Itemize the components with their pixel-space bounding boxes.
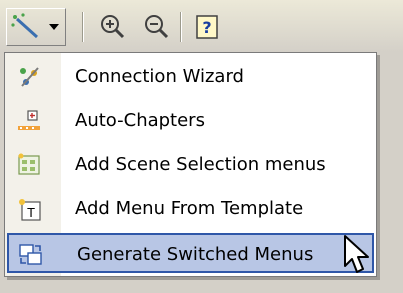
- wizard-popup-menu: Connection Wizard Auto-Chapters Add Scen…: [4, 52, 377, 277]
- help-icon: ?: [196, 15, 218, 39]
- svg-text:T: T: [26, 206, 35, 220]
- toolbar: ?: [0, 0, 403, 52]
- help-button[interactable]: ?: [188, 8, 226, 46]
- menu-item-add-scene-selection[interactable]: Add Scene Selection menus: [7, 145, 374, 185]
- menu-item-add-menu-template[interactable]: T Add Menu From Template: [7, 189, 374, 229]
- zoom-in-button[interactable]: [94, 8, 130, 46]
- menu-item-label: Add Scene Selection menus: [75, 154, 326, 175]
- switched-menus-icon: [19, 244, 42, 265]
- menu-item-auto-chapters[interactable]: Auto-Chapters: [7, 101, 374, 141]
- toolbar-separator: [180, 12, 182, 42]
- zoom-out-button[interactable]: [138, 8, 174, 46]
- wizard-dropdown-button[interactable]: [6, 8, 66, 46]
- menu-item-generate-switched-menus[interactable]: Generate Switched Menus: [7, 233, 374, 273]
- svg-text:?: ?: [202, 18, 211, 37]
- dropdown-arrow-icon: [49, 24, 59, 30]
- connection-wizard-icon: [20, 67, 39, 87]
- menu-item-label: Generate Switched Menus: [77, 244, 314, 265]
- menu-item-label: Auto-Chapters: [75, 110, 205, 131]
- zoom-in-icon: [101, 15, 125, 39]
- scene-selection-icon: [18, 153, 40, 175]
- menu-item-label: Add Menu From Template: [75, 198, 304, 219]
- menu-item-connection-wizard[interactable]: Connection Wizard: [7, 57, 374, 97]
- menu-item-label: Connection Wizard: [75, 66, 244, 87]
- auto-chapters-icon: [18, 110, 40, 130]
- toolbar-separator: [82, 12, 84, 42]
- magic-wand-icon: [11, 13, 59, 39]
- mouse-pointer-icon: [344, 235, 369, 273]
- menu-template-icon: T: [19, 199, 41, 221]
- zoom-out-icon: [145, 15, 169, 39]
